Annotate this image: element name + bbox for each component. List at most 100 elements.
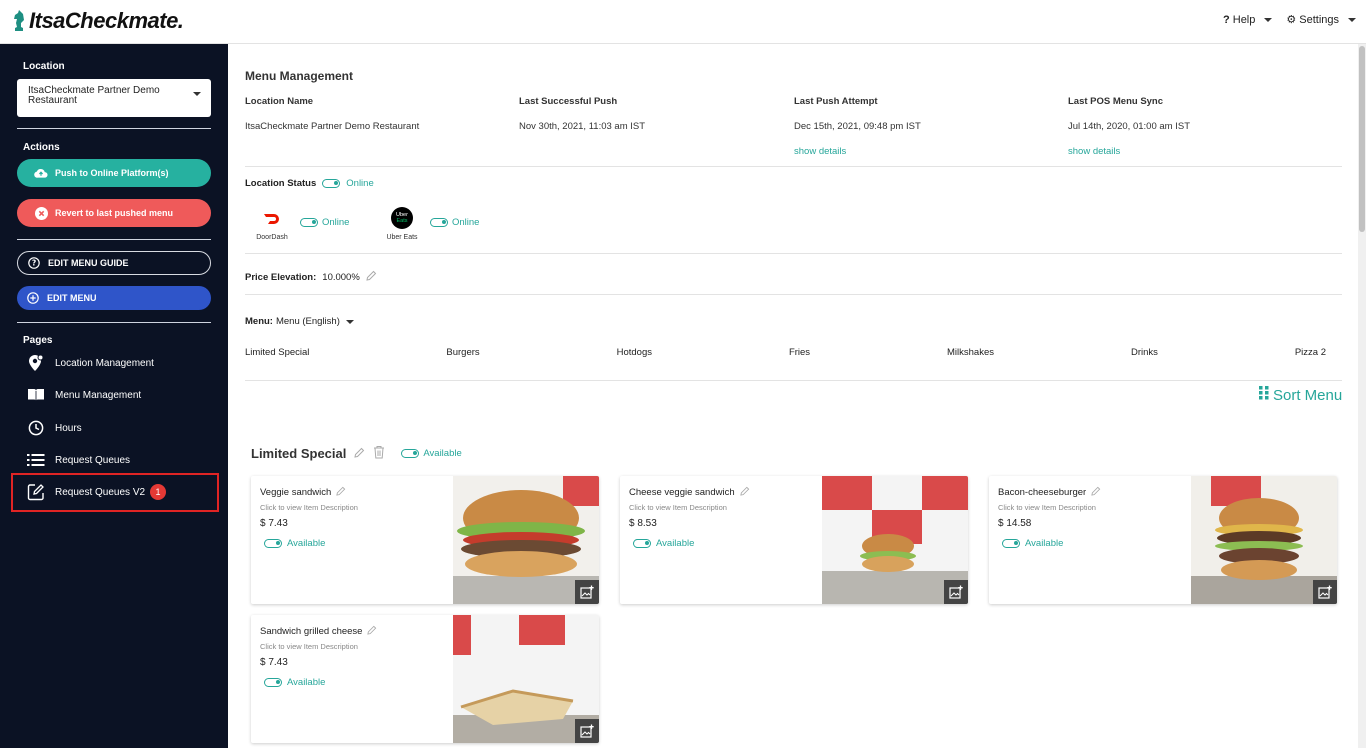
item-price: $ 8.53 [629,518,657,529]
grid-dots-icon [1259,386,1269,404]
item-availability-toggle[interactable] [264,539,282,548]
push-button[interactable]: Push to Online Platform(s) [17,159,211,187]
platform-status: Online [452,217,480,228]
notification-badge: 1 [150,484,167,500]
item-description-link[interactable]: Click to view Item Description [260,503,358,512]
edit-menu-guide-label: EDIT MENU GUIDE [48,258,129,268]
category-tab[interactable]: Fries [789,347,810,358]
show-details-link[interactable]: show details [1068,146,1190,157]
sidebar-item-request-queues-v2[interactable]: Request Queues V2 1 [27,483,167,501]
edit-menu-label: EDIT MENU [47,293,97,303]
category-tab[interactable]: Burgers [446,347,479,358]
category-tab[interactable]: Pizza 2 [1295,347,1326,358]
item-photo [453,615,599,743]
actions-heading: Actions [23,142,60,153]
info-value: Nov 30th, 2021, 11:03 am IST [519,121,646,132]
sidebar-item-request-queues[interactable]: Request Queues [27,451,130,469]
page-title: Menu Management [245,69,354,83]
divider [245,294,1342,295]
item-availability-toggle[interactable] [264,678,282,687]
chevron-down-icon [1348,17,1356,22]
uber-eats-logo: Uber Eats [391,207,413,229]
info-heading: Last POS Menu Sync [1068,96,1164,107]
add-circle-icon [26,291,40,305]
pencil-icon[interactable] [354,446,365,461]
cloud-upload-icon [34,166,48,180]
location-heading: Location [23,61,65,72]
add-photo-icon[interactable] [944,580,968,604]
section-availability-toggle[interactable] [401,449,420,458]
list-icon [27,451,45,469]
menu-label: Menu: [245,316,273,327]
item-description-link[interactable]: Click to view Item Description [629,503,727,512]
trash-icon[interactable] [373,445,385,462]
platform-uber-eats: Uber Eats Uber Eats Online [382,207,479,241]
app-logo[interactable]: ItsaCheckmate. [12,8,184,34]
category-tab[interactable]: Limited Special [245,347,309,358]
pencil-icon[interactable] [739,486,750,499]
add-photo-icon[interactable] [575,580,599,604]
svg-text:?: ? [32,259,36,268]
item-availability-toggle[interactable] [1002,539,1020,548]
revert-button[interactable]: Revert to last pushed menu [17,199,211,227]
item-price: $ 7.43 [260,657,288,668]
pencil-icon[interactable] [336,486,346,499]
pages-heading: Pages [23,335,53,346]
info-value: Dec 15th, 2021, 09:48 pm IST [794,121,921,132]
revert-button-label: Revert to last pushed menu [55,208,174,218]
category-tab[interactable]: Drinks [1131,347,1158,358]
edit-menu-guide-button[interactable]: ? EDIT MENU GUIDE [17,251,211,275]
pencil-icon[interactable] [366,270,377,284]
location-select[interactable]: ItsaCheckmate Partner Demo Restaurant [17,79,211,117]
menu-item-card[interactable]: Cheese veggie sandwich Click to view Ite… [620,476,968,604]
sidebar-item-location-management[interactable]: Location Management [27,354,154,372]
add-photo-icon[interactable] [1313,580,1337,604]
pencil-icon[interactable] [1091,486,1101,499]
item-status: Available [287,677,326,688]
help-circle-icon: ? [27,256,41,270]
doordash-status-toggle[interactable] [300,218,318,227]
location-select-value: ItsaCheckmate Partner Demo Restaurant [28,85,160,106]
menu-item-card[interactable]: Veggie sandwich Click to view Item Descr… [251,476,599,604]
scrollbar[interactable] [1358,44,1366,748]
item-description-link[interactable]: Click to view Item Description [998,503,1096,512]
sidebar-item-hours[interactable]: Hours [27,419,82,437]
info-heading: Last Push Attempt [794,96,878,107]
logo-text: ItsaCheckmate. [29,8,184,33]
menu-selector[interactable]: Menu: Menu (English) [245,316,354,327]
platform-name: Uber Eats [386,234,418,241]
uber-eats-status-toggle[interactable] [430,218,448,227]
edit-menu-button[interactable]: EDIT MENU [17,286,211,310]
category-tab[interactable]: Milkshakes [947,347,994,358]
sidebar-item-menu-management[interactable]: Menu Management [27,386,141,404]
item-description-link[interactable]: Click to view Item Description [260,642,358,651]
menu-item-card[interactable]: Bacon-cheeseburger Click to view Item De… [989,476,1337,604]
add-photo-icon[interactable] [575,719,599,743]
show-details-link[interactable]: show details [794,146,921,157]
location-gear-icon [27,354,45,372]
sort-menu-button[interactable]: Sort Menu [1259,386,1342,404]
close-circle-icon [34,206,48,220]
doordash-logo [261,207,283,229]
location-status-toggle[interactable] [322,179,341,188]
menu-value: Menu (English) [275,316,340,327]
price-elevation-row: Price Elevation: 10.000% [245,270,377,284]
settings-menu[interactable]: ⚙ Settings [1286,13,1356,26]
location-status-value: Online [346,178,374,189]
item-availability-toggle[interactable] [633,539,651,548]
info-heading: Last Successful Push [519,96,618,107]
price-elevation-value: 10.000% [322,271,360,283]
scrollbar-thumb[interactable] [1359,46,1365,232]
menu-item-card[interactable]: Sandwich grilled cheese Click to view It… [251,615,599,743]
section-title: Limited Special [251,446,347,461]
item-photo [453,476,599,604]
divider [245,380,1342,381]
category-tab[interactable]: Hotdogs [617,347,652,358]
sidebar-item-label: Menu Management [55,389,142,401]
chevron-down-icon [1264,17,1273,22]
clock-icon [27,419,45,437]
info-heading: Location Name [245,96,314,107]
help-menu[interactable]: ? Help [1223,13,1273,26]
sidebar-item-label: Request Queues [55,454,131,466]
pencil-icon[interactable] [367,625,377,638]
